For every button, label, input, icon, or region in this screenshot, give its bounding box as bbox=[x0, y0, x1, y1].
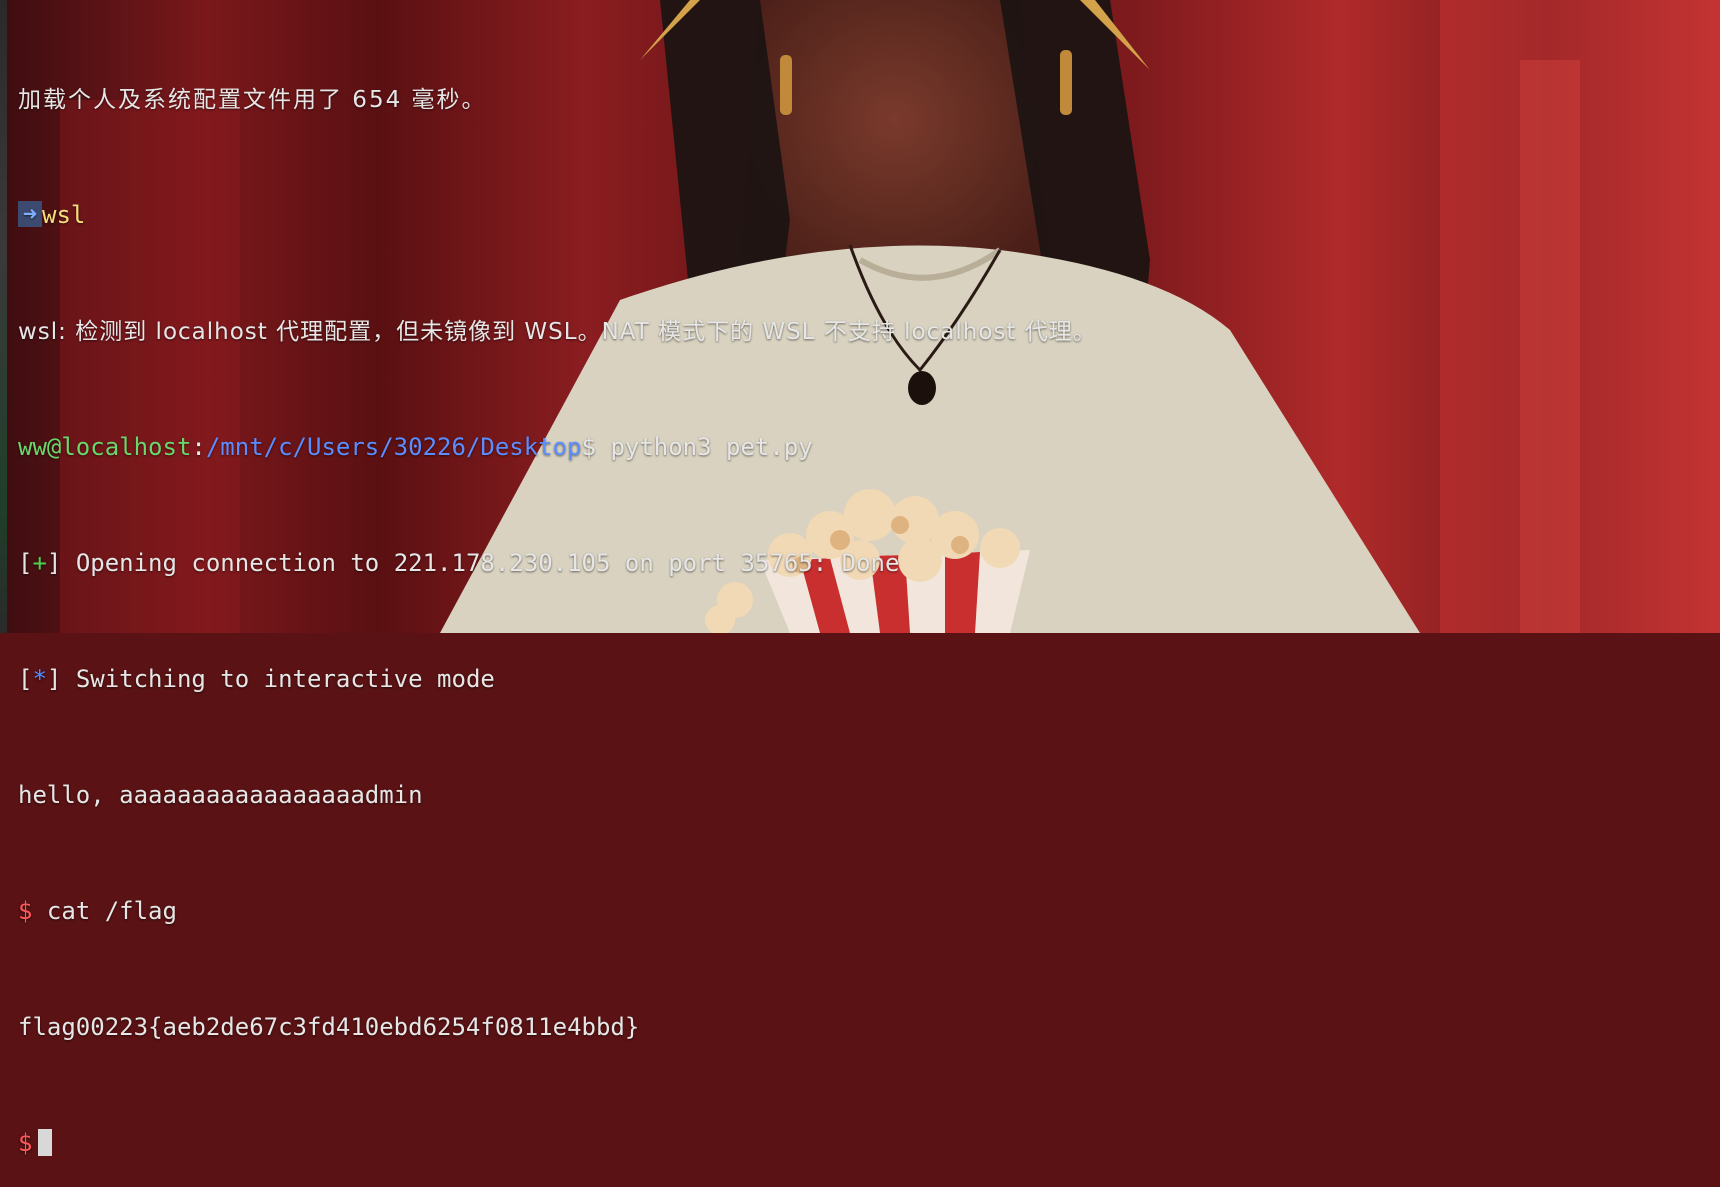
info-interactive-line: [*] Switching to interactive mode bbox=[18, 665, 495, 693]
info-connection-text: Opening connection to 221.178.230.105 on… bbox=[75, 549, 900, 577]
info-plus-mark: + bbox=[32, 549, 47, 577]
flag-line: flag00223{aeb2de67c3fd410ebd6254f0811e4b… bbox=[18, 1013, 1720, 1042]
flag-text: flag00223{aeb2de67c3fd410ebd6254f0811e4b… bbox=[18, 1013, 640, 1041]
terminal-output[interactable]: 加载个人及系统配置文件用了 654 毫秒。 ➜ wsl wsl: 检测到 loca… bbox=[18, 27, 1720, 1187]
profile-load-text: 加载个人及系统配置文件用了 654 毫秒。 bbox=[18, 87, 487, 113]
wsl-command: wsl bbox=[42, 201, 86, 229]
info-connection-line: [+] Opening connection to 221.178.230.10… bbox=[18, 549, 900, 577]
shell-prompt-line: ww@localhost:/mnt/c/Users/30226/Desktop$… bbox=[18, 433, 1720, 462]
wsl-command-line: ➜ wsl bbox=[18, 201, 1720, 230]
profile-load-line: 加载个人及系统配置文件用了 654 毫秒。 bbox=[18, 85, 1720, 114]
final-prompt: $ bbox=[18, 1129, 33, 1157]
remote-command: cat /flag bbox=[46, 897, 177, 925]
left-window-edge bbox=[0, 0, 7, 633]
hello-line: hello, aaaaaaaaaaaaaaaaadmin bbox=[18, 781, 1720, 810]
info-interactive-text: Switching to interactive mode bbox=[75, 665, 495, 693]
prompt-dollar: $ bbox=[581, 433, 596, 461]
remote-prompt: $ bbox=[18, 897, 33, 925]
info-star-mark: * bbox=[32, 665, 47, 693]
text-cursor[interactable] bbox=[38, 1129, 53, 1156]
user-host: ww@localhost bbox=[18, 433, 192, 461]
hello-text: hello, aaaaaaaaaaaaaaaaadmin bbox=[18, 781, 423, 809]
run-command: python3 pet.py bbox=[610, 433, 813, 461]
wsl-warning-line: wsl: 检测到 localhost 代理配置，但未镜像到 WSL。NAT 模式… bbox=[18, 317, 1720, 346]
wsl-warning-text: wsl: 检测到 localhost 代理配置，但未镜像到 WSL。NAT 模式… bbox=[18, 319, 1097, 345]
current-directory: /mnt/c/Users/30226/Desktop bbox=[205, 433, 582, 461]
prompt-arrow-icon: ➜ bbox=[18, 201, 42, 227]
prompt-colon: : bbox=[191, 433, 206, 461]
remote-command-line: $ cat /flag bbox=[18, 897, 1720, 926]
input-line[interactable]: $ bbox=[18, 1129, 1720, 1158]
